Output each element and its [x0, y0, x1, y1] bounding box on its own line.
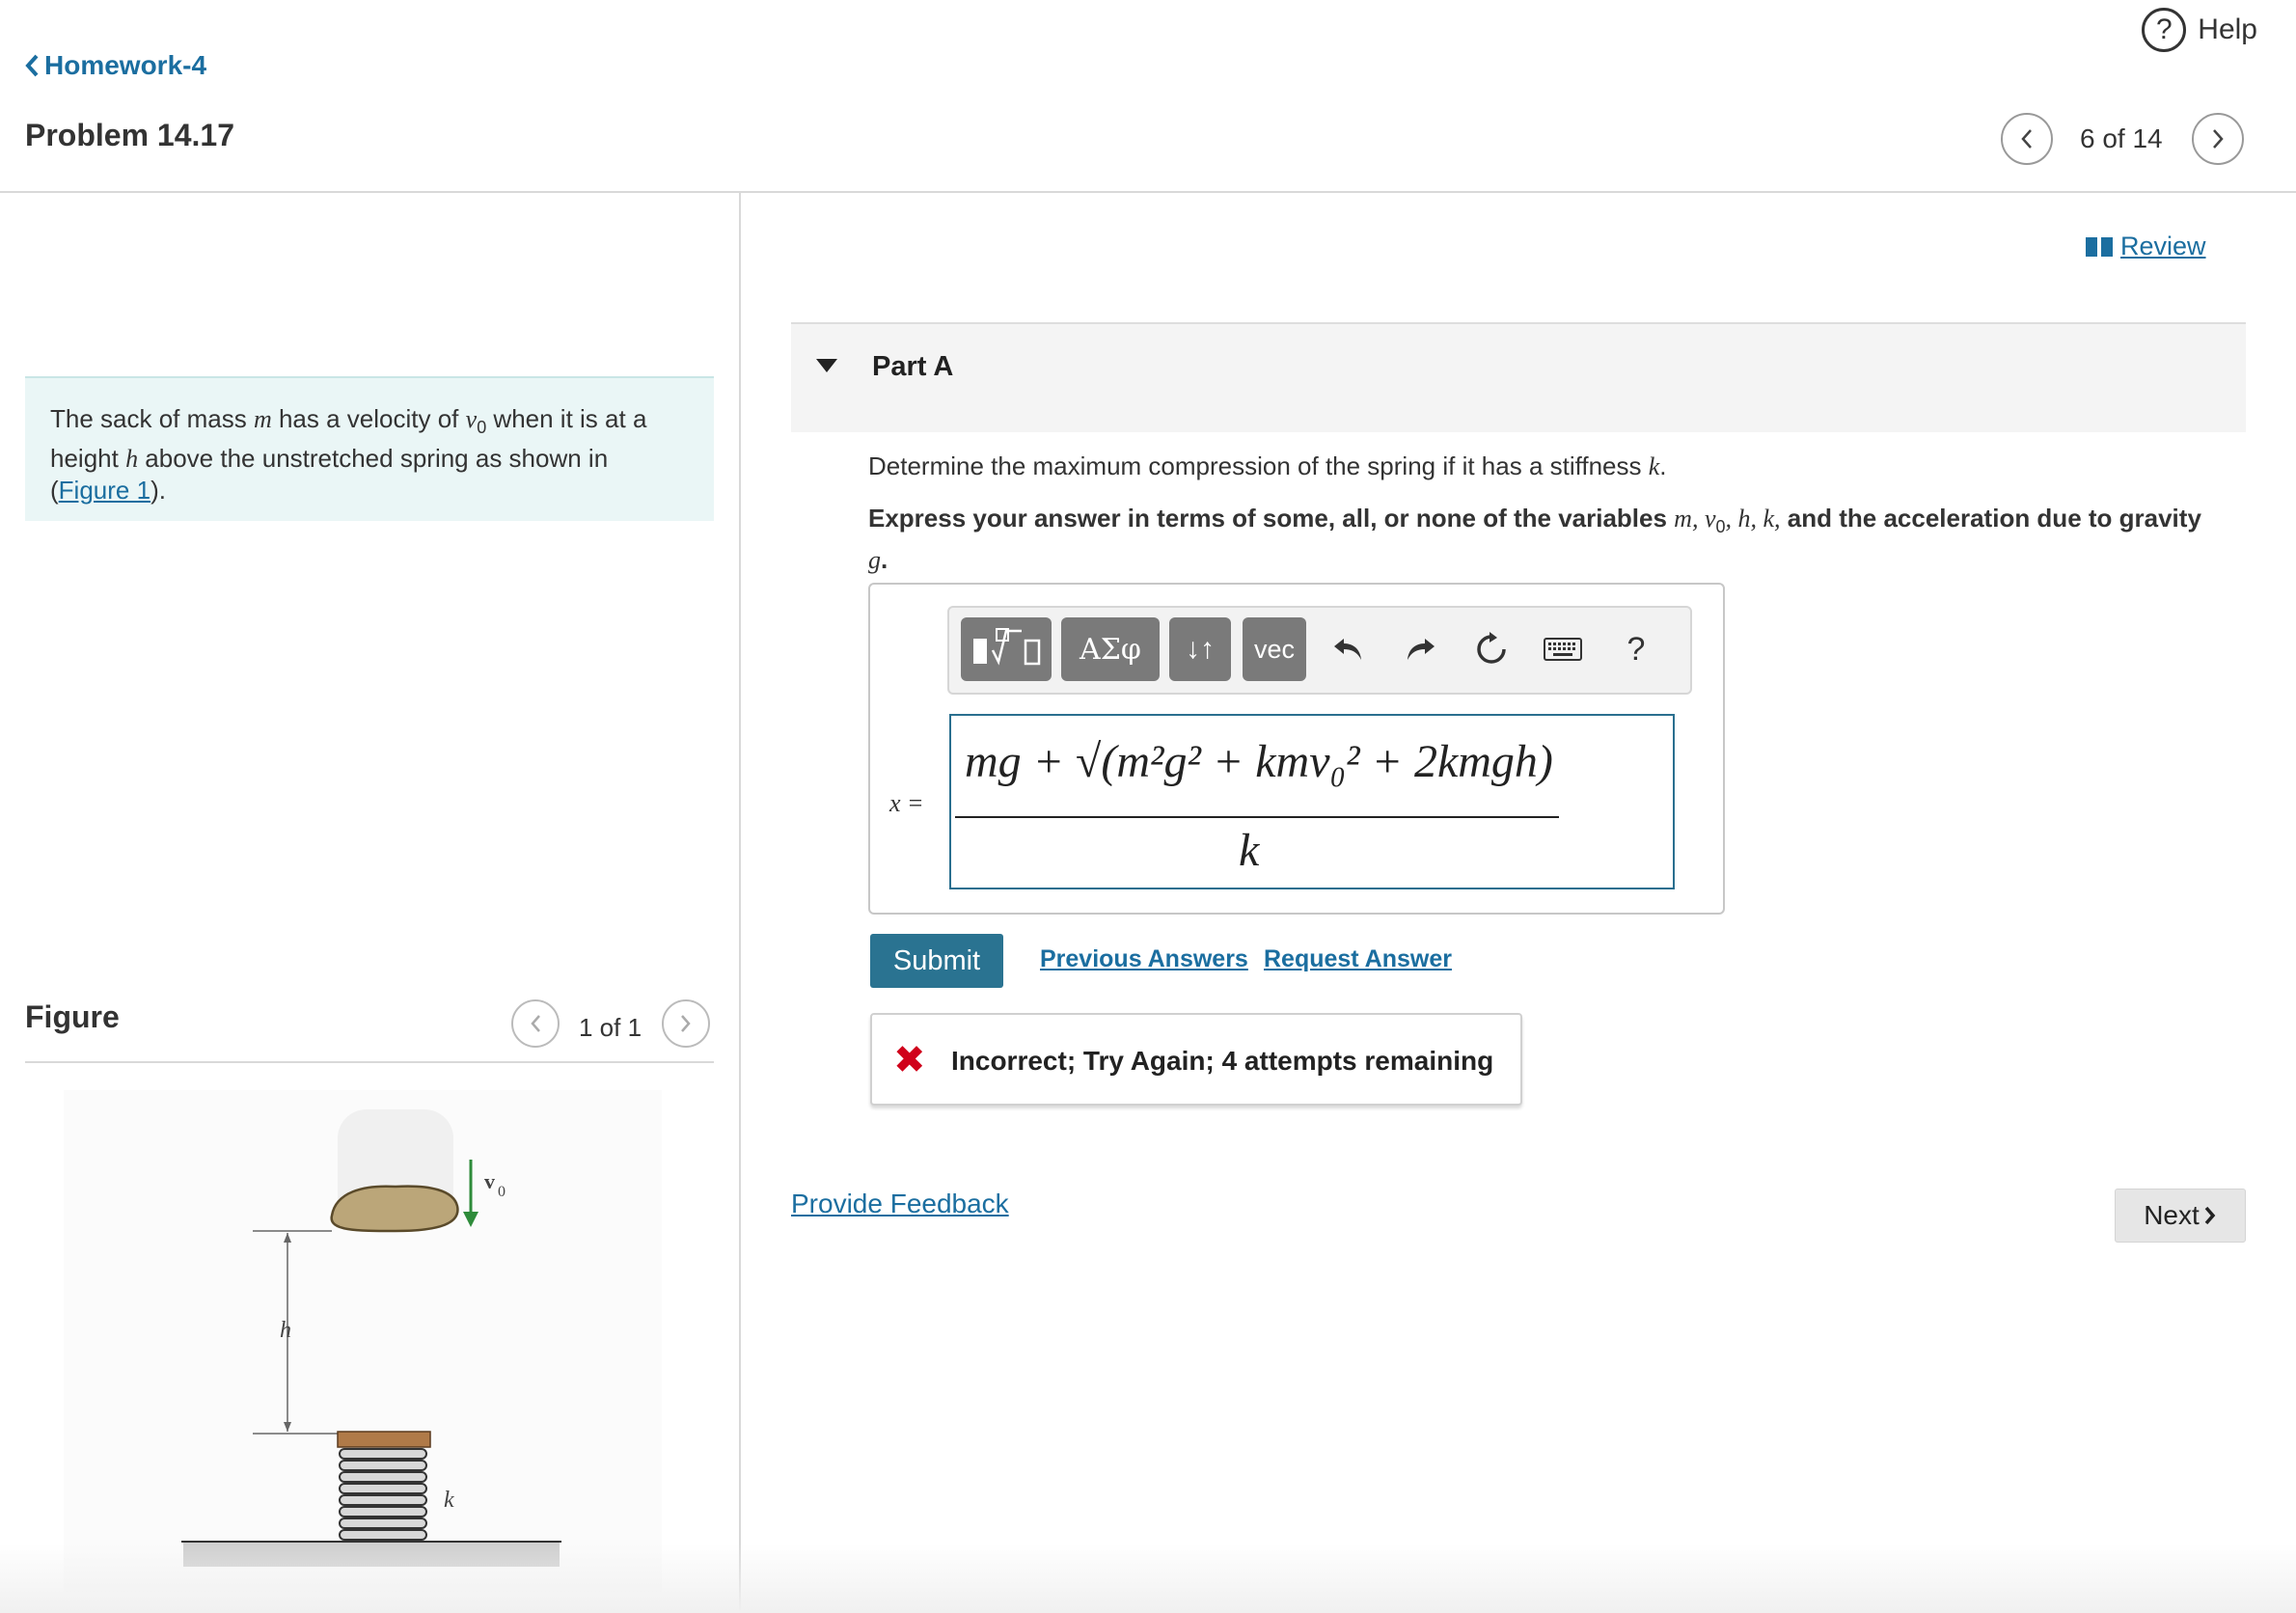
figure-next-button[interactable]	[662, 999, 710, 1048]
next-label: Next	[2144, 1200, 2200, 1230]
figure-count: 1 of 1	[579, 1013, 642, 1042]
math-answer-input[interactable]: mg + √(m²g² + kmv₀² + 2kmgh) k	[949, 714, 1675, 889]
var-h: h	[125, 445, 139, 474]
fraction-bar	[955, 816, 1559, 818]
instructions-end: .	[881, 545, 888, 575]
question-body: Determine the maximum compression of the…	[868, 451, 1649, 480]
answer-instructions: Express your answer in terms of some, al…	[868, 502, 2257, 577]
problem-title: Problem 14.17	[25, 118, 234, 152]
var-k: k	[1648, 452, 1660, 480]
help-button[interactable]: ? Help	[2142, 8, 2257, 52]
book-icon	[2086, 236, 2113, 257]
chevron-left-icon	[25, 54, 39, 77]
part-header[interactable]	[791, 322, 2246, 432]
figure-divider	[25, 1061, 714, 1063]
header-divider	[0, 191, 2296, 193]
toolbar-help-button[interactable]: ?	[1613, 625, 1659, 673]
caret-down-icon[interactable]	[816, 359, 837, 372]
submit-button[interactable]: Submit	[870, 934, 1003, 988]
provide-feedback-link[interactable]: Provide Feedback	[791, 1189, 1009, 1219]
redo-icon[interactable]	[1397, 625, 1443, 673]
greek-symbols-button[interactable]: ΑΣφ	[1061, 617, 1160, 681]
chevron-left-icon	[2021, 129, 2032, 149]
stiffness-label: k	[444, 1488, 454, 1513]
incorrect-x-icon: ✖	[893, 1039, 926, 1081]
question-text: Determine the maximum compression of the…	[868, 451, 1667, 481]
subscript-superscript-button[interactable]: ↓↑	[1169, 617, 1231, 681]
instructions-vars: , h, k,	[1725, 505, 1781, 533]
instructions-vars: m, v	[1674, 505, 1716, 533]
part-title: Part A	[872, 351, 954, 382]
instructions-body: and the acceleration due to gravity	[1780, 504, 2201, 533]
height-label: h	[280, 1318, 291, 1343]
problem-text: (	[50, 476, 59, 506]
reset-icon[interactable]	[1468, 625, 1515, 673]
templates-button[interactable]	[961, 617, 1052, 681]
var-v0-subscript: 0	[477, 418, 487, 438]
help-circle-icon: ?	[2142, 8, 2187, 52]
keyboard-icon[interactable]	[1540, 625, 1586, 673]
chevron-left-icon	[531, 1015, 540, 1032]
request-answer-link[interactable]: Request Answer	[1264, 945, 1452, 973]
next-button[interactable]: Next	[2115, 1189, 2246, 1243]
chevron-right-icon	[2204, 1206, 2216, 1225]
problem-text: above the unstretched spring as shown in	[138, 444, 609, 474]
undo-icon[interactable]	[1326, 625, 1372, 673]
velocity-label: v	[484, 1169, 495, 1193]
problem-statement: The sack of mass m has a velocity of v0 …	[25, 376, 714, 521]
back-link-label: Homework-4	[44, 50, 207, 80]
var-g: g	[868, 546, 881, 575]
chevron-right-icon	[2213, 129, 2224, 149]
question-end: .	[1659, 451, 1667, 480]
bottom-fade	[0, 1544, 2296, 1613]
previous-problem-button[interactable]	[2001, 113, 2053, 165]
velocity-label-subscript: 0	[498, 1184, 506, 1200]
next-problem-button[interactable]	[2192, 113, 2244, 165]
back-to-homework-link[interactable]: Homework-4	[25, 50, 206, 81]
problem-text: The sack of mass	[50, 404, 254, 433]
help-label: Help	[2198, 14, 2257, 45]
feedback-text: Incorrect; Try Again; 4 attempts remaini…	[951, 1046, 1494, 1076]
vector-button[interactable]: vec	[1243, 617, 1306, 681]
review-link[interactable]: Review	[2086, 232, 2206, 261]
answer-variable-label: x =	[889, 789, 924, 817]
pane-divider[interactable]	[739, 193, 741, 1613]
var-v0: v	[465, 405, 478, 433]
templates-icon	[973, 628, 1041, 666]
problem-page-count: 6 of 14	[2080, 123, 2163, 153]
answer-denominator: k	[1239, 825, 1260, 876]
review-label: Review	[2120, 232, 2206, 260]
sack-shape	[330, 1185, 459, 1233]
figure-title: Figure	[25, 999, 120, 1034]
figure-link[interactable]: Figure 1	[59, 476, 150, 505]
problem-text: ).	[150, 476, 166, 506]
figure-image: v 0 h k	[64, 1090, 662, 1592]
spring-coils	[339, 1448, 427, 1541]
var-m: m	[253, 405, 272, 433]
instructions-subscript: 0	[1715, 517, 1726, 537]
chevron-right-icon	[681, 1015, 691, 1032]
answer-numerator: mg + √(m²g² + kmv₀² + 2kmgh)	[965, 736, 1553, 787]
previous-answers-link[interactable]: Previous Answers	[1040, 945, 1248, 973]
instructions-body: Express your answer in terms of some, al…	[868, 504, 1675, 533]
spring-plate	[337, 1431, 431, 1448]
problem-text: has a velocity of	[271, 404, 466, 433]
figure-previous-button[interactable]	[511, 999, 560, 1048]
